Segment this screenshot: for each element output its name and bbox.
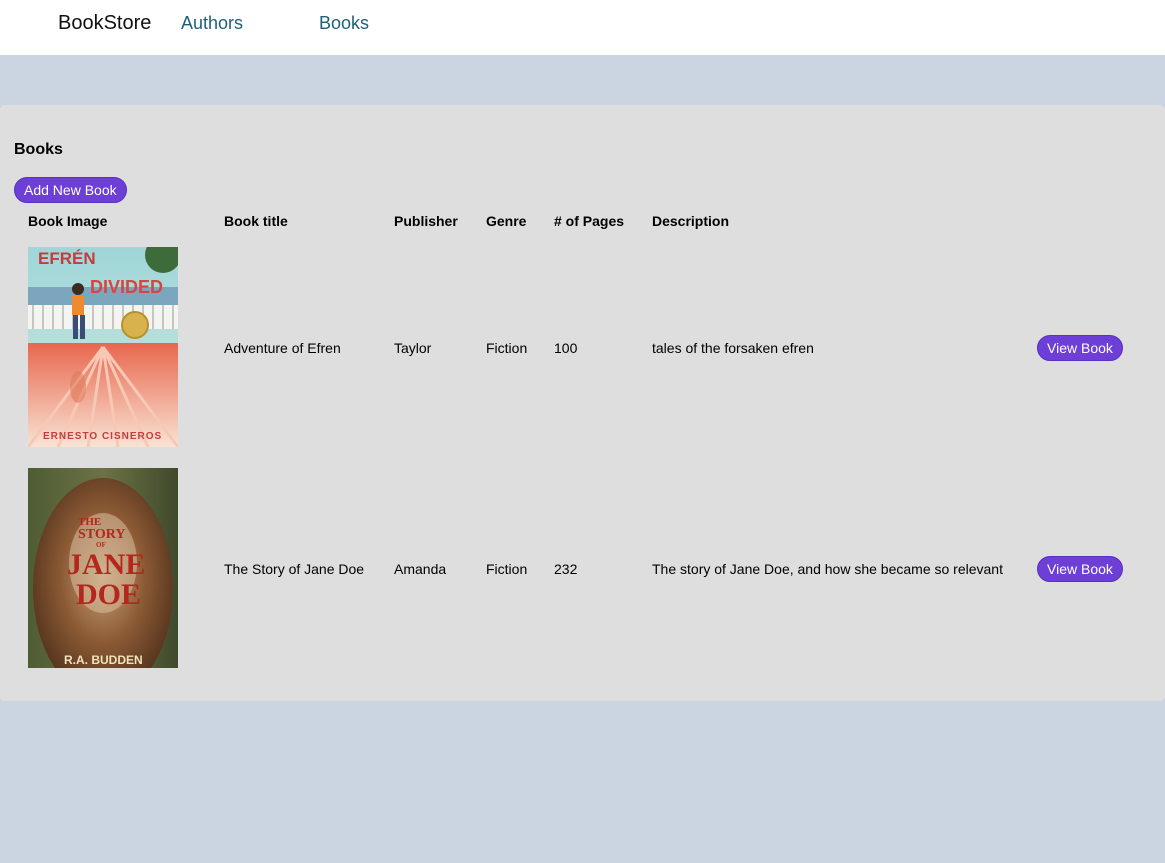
book-cover-image: EFRÉN DIVIDED ERNESTO CISNEROS: [28, 247, 178, 447]
header-pages: # of Pages: [554, 213, 625, 229]
svg-text:ERNESTO CISNEROS: ERNESTO CISNEROS: [43, 431, 162, 442]
cell-publisher: Taylor: [394, 340, 432, 356]
nav-link-books[interactable]: Books: [319, 13, 369, 34]
svg-text:DIVIDED: DIVIDED: [90, 277, 163, 297]
cell-book-title: Adventure of Efren: [224, 340, 341, 356]
brand-logo[interactable]: BookStore: [58, 12, 151, 35]
header-book-image: Book Image: [28, 213, 108, 229]
top-navbar: BookStore Authors Books: [0, 0, 1165, 55]
nav-link-authors[interactable]: Authors: [181, 13, 243, 34]
svg-text:DOE: DOE: [76, 578, 141, 611]
header-genre: Genre: [486, 213, 527, 229]
cell-genre: Fiction: [486, 561, 528, 577]
cell-book-title: The Story of Jane Doe: [224, 561, 365, 577]
view-book-button[interactable]: View Book: [1037, 556, 1123, 582]
cell-pages: 100: [554, 340, 578, 356]
cell-description: tales of the forsaken efren: [652, 340, 814, 356]
header-publisher: Publisher: [394, 213, 458, 229]
cell-description: The story of Jane Doe, and how she becam…: [652, 561, 1003, 577]
view-book-button[interactable]: View Book: [1037, 335, 1123, 361]
cell-genre: Fiction: [486, 340, 528, 356]
cell-pages: 232: [554, 561, 578, 577]
add-new-book-button[interactable]: Add New Book: [14, 177, 127, 203]
books-panel: Books Add New Book Book Image Book title…: [0, 105, 1165, 701]
svg-text:EFRÉN: EFRÉN: [38, 249, 96, 268]
svg-text:STORY: STORY: [78, 527, 126, 542]
header-description: Description: [652, 213, 730, 229]
page-title: Books: [14, 141, 63, 158]
header-book-title: Book title: [224, 213, 288, 229]
book-cover-image: THE STORY OF JANE DOE R.A. BUDDEN: [28, 468, 178, 668]
svg-text:R.A. BUDDEN: R.A. BUDDEN: [64, 653, 143, 667]
cell-publisher: Amanda: [394, 561, 447, 577]
svg-text:JANE: JANE: [67, 548, 145, 581]
